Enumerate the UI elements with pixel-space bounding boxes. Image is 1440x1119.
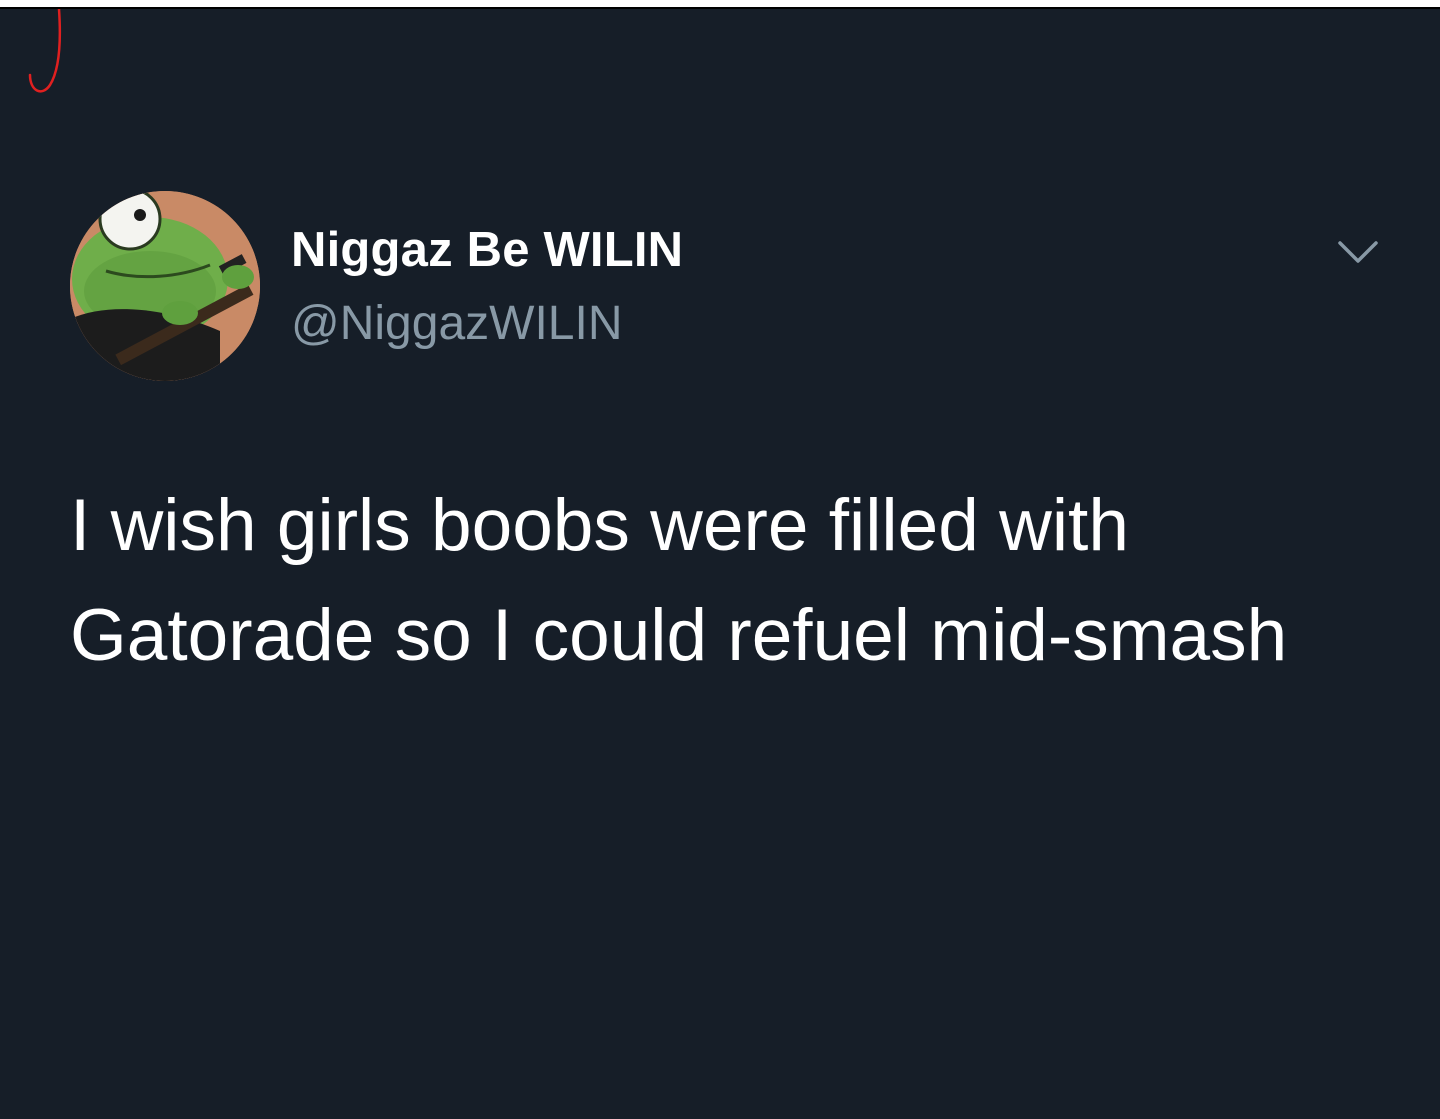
tweet-card: Niggaz Be WILIN @NiggazWILIN I wish girl… <box>0 7 1440 1119</box>
display-name[interactable]: Niggaz Be WILIN <box>291 219 683 281</box>
avatar[interactable] <box>70 191 260 381</box>
screenshot-frame: Niggaz Be WILIN @NiggazWILIN I wish girl… <box>0 0 1440 1119</box>
tweet-text-line: Gatorade so I could refuel mid-smash <box>70 595 1288 676</box>
frog-cartoon-avatar-icon <box>70 191 260 381</box>
chevron-down-icon[interactable] <box>1336 235 1380 269</box>
red-check-annotation-icon <box>28 9 62 93</box>
tweet-text: I wish girls boobs were filled with Gato… <box>70 471 1400 691</box>
tweet-header: Niggaz Be WILIN @NiggazWILIN <box>291 219 683 355</box>
tweet-text-line: I wish girls boobs were filled with <box>70 485 1129 566</box>
user-handle[interactable]: @NiggazWILIN <box>291 293 683 355</box>
